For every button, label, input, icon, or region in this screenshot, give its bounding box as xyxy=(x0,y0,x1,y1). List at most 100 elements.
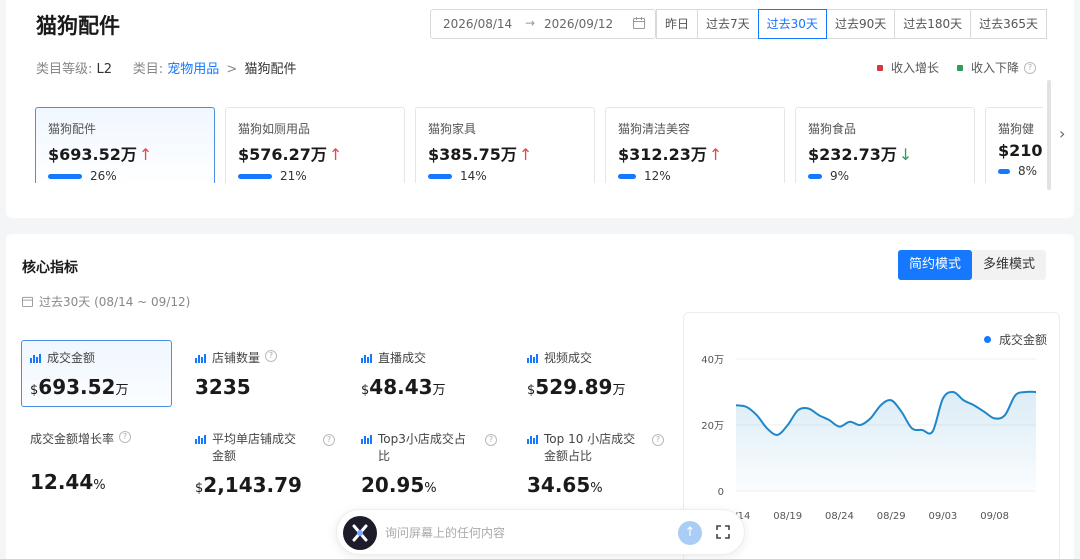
y-tick-label: 0 xyxy=(718,487,724,498)
metric-label: 成交金额增长率 xyxy=(30,432,115,446)
category-share: 9% xyxy=(830,169,850,183)
metric-label: 直播成交 xyxy=(378,351,427,365)
breadcrumb: 类目等级: L2 类目: 宠物用品 > 猫狗配件 xyxy=(36,58,296,77)
period-label: 过去30天 (08/14 ~ 09/12) xyxy=(22,293,190,310)
help-icon[interactable]: ? xyxy=(652,434,664,446)
metric-value: 693.52 xyxy=(38,375,116,399)
category-name: 猫狗家具 xyxy=(428,122,477,136)
category-card[interactable]: 猫狗配件 $693.52万 ↑ 26% xyxy=(35,107,215,183)
decrease-label: 收入下降 xyxy=(970,61,1019,75)
category-card[interactable]: 猫狗食品 $232.73万 ↓ 9% xyxy=(795,107,975,183)
series-area xyxy=(736,391,1036,491)
help-icon[interactable]: ? xyxy=(265,350,278,362)
metric-unit: % xyxy=(590,481,603,496)
metric-label: Top3小店成交占比 xyxy=(378,432,466,463)
date-range-picker[interactable]: 2026/08/14 → 2026/09/12 xyxy=(430,9,656,39)
bar-chart-icon xyxy=(195,435,206,444)
mode-switch: 简约模式 多维模式 xyxy=(898,250,1047,280)
bar-chart-icon xyxy=(361,354,372,363)
category-overview-panel: 猫狗配件 2026/08/14 → 2026/09/12 昨日 过去7天 过去3… xyxy=(6,0,1074,218)
section-title: 核心指标 xyxy=(22,260,78,276)
send-button[interactable]: ↑ xyxy=(678,521,702,545)
help-icon[interactable]: ? xyxy=(323,434,335,446)
calendar-icon xyxy=(633,17,645,29)
range-180d-button[interactable]: 过去180天 xyxy=(894,9,972,39)
help-icon[interactable]: ? xyxy=(485,434,497,446)
chevron-right-icon[interactable]: › xyxy=(1059,124,1065,143)
arrow-down-icon: ↓ xyxy=(898,145,913,164)
metric-value: 529.89 xyxy=(535,375,613,399)
trend-legend: 收入增长 收入下降? xyxy=(859,59,1036,76)
range-7d-button[interactable]: 过去7天 xyxy=(697,9,759,39)
bar-chart-icon xyxy=(361,435,372,444)
category-card[interactable]: 猫狗家具 $385.75万 ↑ 14% xyxy=(415,107,595,183)
category-name: 猫狗健 xyxy=(998,122,1035,136)
category-label: 类目: xyxy=(132,62,164,77)
category-value: $312.23万 xyxy=(618,145,707,164)
metric-value: 3235 xyxy=(195,375,251,399)
category-card[interactable]: 猫狗健 $210 8% xyxy=(985,107,1043,183)
multi-mode-button[interactable]: 多维模式 xyxy=(972,250,1046,280)
metric-gmv[interactable]: 成交金额 $693.52万 xyxy=(30,350,180,399)
range-90d-button[interactable]: 过去90天 xyxy=(825,9,896,39)
category-share: 26% xyxy=(90,169,117,183)
share-bar xyxy=(48,173,82,179)
category-share: 14% xyxy=(460,169,487,183)
decrease-dot xyxy=(956,64,963,71)
metric-value: 48.43 xyxy=(369,375,433,399)
metric-unit: 万 xyxy=(432,383,446,398)
page-title: 猫狗配件 xyxy=(36,14,120,38)
range-yesterday-button[interactable]: 昨日 xyxy=(656,9,699,39)
metric-label: 成交金额 xyxy=(47,351,96,365)
arrow-up-icon: ↑ xyxy=(328,145,343,164)
category-share: 12% xyxy=(644,169,671,183)
bar-chart-icon xyxy=(195,354,206,363)
breadcrumb-current: 猫狗配件 xyxy=(244,62,297,77)
share-bar xyxy=(808,173,822,179)
bar-chart-icon xyxy=(30,354,41,363)
simple-mode-button[interactable]: 简约模式 xyxy=(898,250,973,280)
metric-live-gmv[interactable]: 直播成交 $48.43万 xyxy=(361,350,511,399)
ask-input[interactable] xyxy=(385,521,665,545)
metric-top10-share[interactable]: Top 10 小店成交金额占比? 34.65% xyxy=(527,431,667,497)
strip-scrollbar[interactable] xyxy=(1047,80,1051,190)
category-name: 猫狗如厕用品 xyxy=(238,122,311,136)
metric-label: 视频成交 xyxy=(544,351,593,365)
category-share: 21% xyxy=(280,169,307,183)
metric-shop-count[interactable]: 店铺数量? 3235 xyxy=(195,350,345,399)
level-label: 类目等级: xyxy=(36,62,93,77)
metric-top3-share[interactable]: Top3小店成交占比? 20.95% xyxy=(361,431,501,497)
metric-growth-rate[interactable]: 成交金额增长率? 12.44% xyxy=(30,431,190,494)
range-arrow-icon: → xyxy=(525,16,536,30)
metric-value: 12.44 xyxy=(30,470,94,494)
help-icon[interactable]: ? xyxy=(119,431,132,443)
breadcrumb-parent-link[interactable]: 宠物用品 xyxy=(167,62,219,77)
increase-dot xyxy=(876,64,883,71)
range-30d-button[interactable]: 过去30天 xyxy=(757,9,827,39)
category-card-strip: 猫狗配件 $693.52万 ↑ 26% 猫狗如厕用品 $576.27万 ↑ 21% … xyxy=(35,107,1043,183)
metric-value: 34.65 xyxy=(527,473,591,497)
metric-label: 平均单店铺成交金额 xyxy=(212,432,297,463)
category-value: $693.52万 xyxy=(48,145,137,164)
x-tick-label: 08/19 xyxy=(773,511,802,522)
y-tick-label: 20万 xyxy=(701,421,724,432)
help-icon[interactable]: ? xyxy=(1024,61,1036,74)
metric-unit: 万 xyxy=(115,383,129,398)
x-tick-label: 08/24 xyxy=(825,511,854,522)
metric-unit: % xyxy=(424,481,437,496)
y-tick-label: 40万 xyxy=(701,355,724,366)
category-card[interactable]: 猫狗清洁美容 $312.23万 ↑ 12% xyxy=(605,107,785,183)
category-value: $210 xyxy=(998,141,1043,160)
expand-icon[interactable] xyxy=(715,524,731,540)
x-tick-label: 08/29 xyxy=(877,511,906,522)
category-card[interactable]: 猫狗如厕用品 $576.27万 ↑ 21% xyxy=(225,107,405,183)
share-bar xyxy=(998,168,1010,174)
metric-unit: 万 xyxy=(612,383,626,398)
metric-avg-shop-gmv[interactable]: 平均单店铺成交金额? $2,143.79 xyxy=(195,431,335,497)
metric-video-gmv[interactable]: 视频成交 $529.89万 xyxy=(527,350,677,399)
category-value: $385.75万 xyxy=(428,145,517,164)
metric-label: 店铺数量 xyxy=(212,351,261,365)
range-365d-button[interactable]: 过去365天 xyxy=(970,9,1048,39)
quick-range-group: 昨日 过去7天 过去30天 过去90天 过去180天 过去365天 xyxy=(656,9,1048,39)
breadcrumb-separator: > xyxy=(226,62,238,77)
